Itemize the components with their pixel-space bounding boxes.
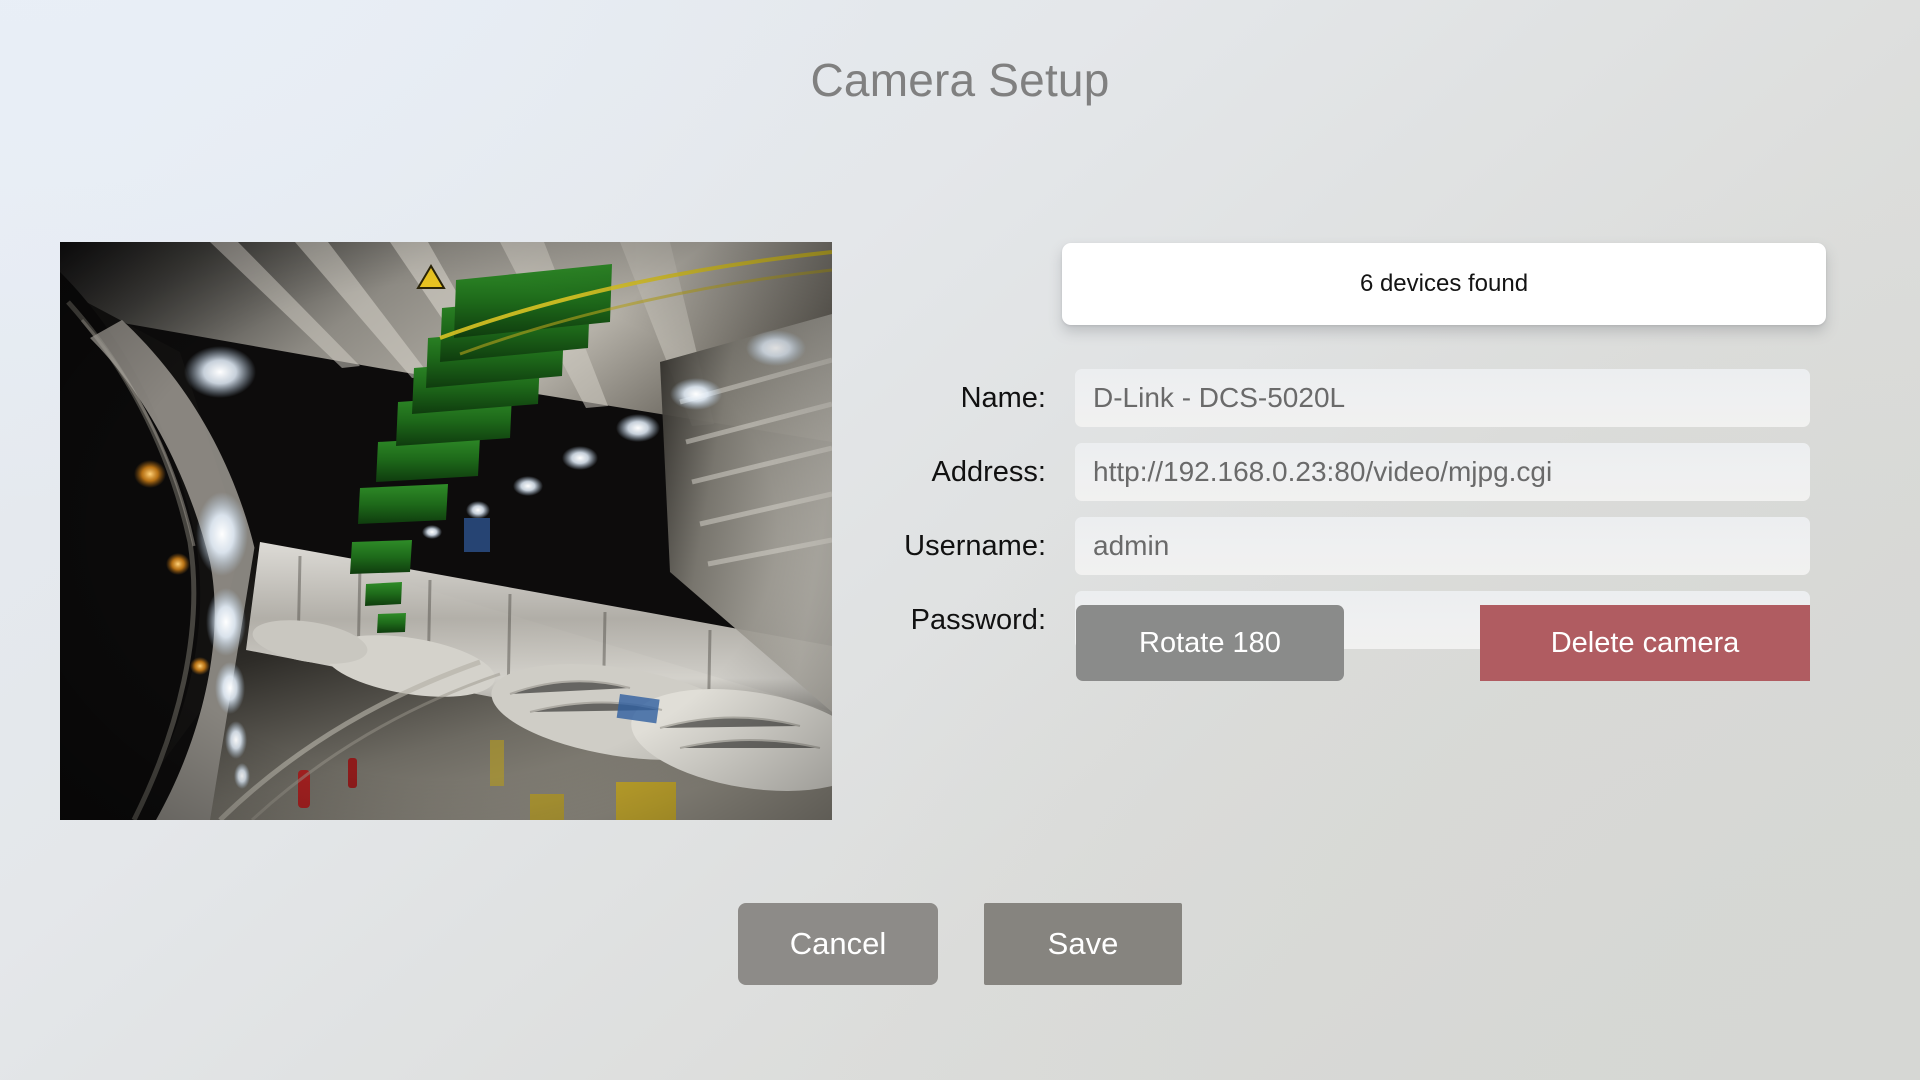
camera-settings-panel: 6 devices found Name: Address: Username:…	[1062, 243, 1826, 325]
form-row-name: Name:	[1062, 361, 1826, 435]
dialog-footer: Cancel Save	[0, 903, 1920, 991]
address-label: Address:	[642, 456, 1062, 489]
username-input[interactable]	[1075, 517, 1810, 575]
name-label: Name:	[642, 382, 1062, 415]
save-button[interactable]: Save	[984, 903, 1182, 985]
camera-setup-dialog: Camera Setup	[0, 0, 1920, 1080]
rotate-180-button[interactable]: Rotate 180	[1076, 605, 1344, 681]
name-input[interactable]	[1075, 369, 1810, 427]
username-label: Username:	[642, 530, 1062, 563]
page-title: Camera Setup	[0, 52, 1920, 108]
device-list-dropdown[interactable]: 6 devices found	[1062, 243, 1826, 325]
device-list-status: 6 devices found	[1360, 270, 1528, 298]
delete-camera-button[interactable]: Delete camera	[1480, 605, 1810, 681]
address-input[interactable]	[1075, 443, 1810, 501]
cancel-button[interactable]: Cancel	[738, 903, 938, 985]
form-row-username: Username:	[1062, 509, 1826, 583]
form-row-address: Address:	[1062, 435, 1826, 509]
camera-action-buttons: Rotate 180 Delete camera	[1062, 605, 1826, 681]
password-label: Password:	[642, 604, 1062, 637]
